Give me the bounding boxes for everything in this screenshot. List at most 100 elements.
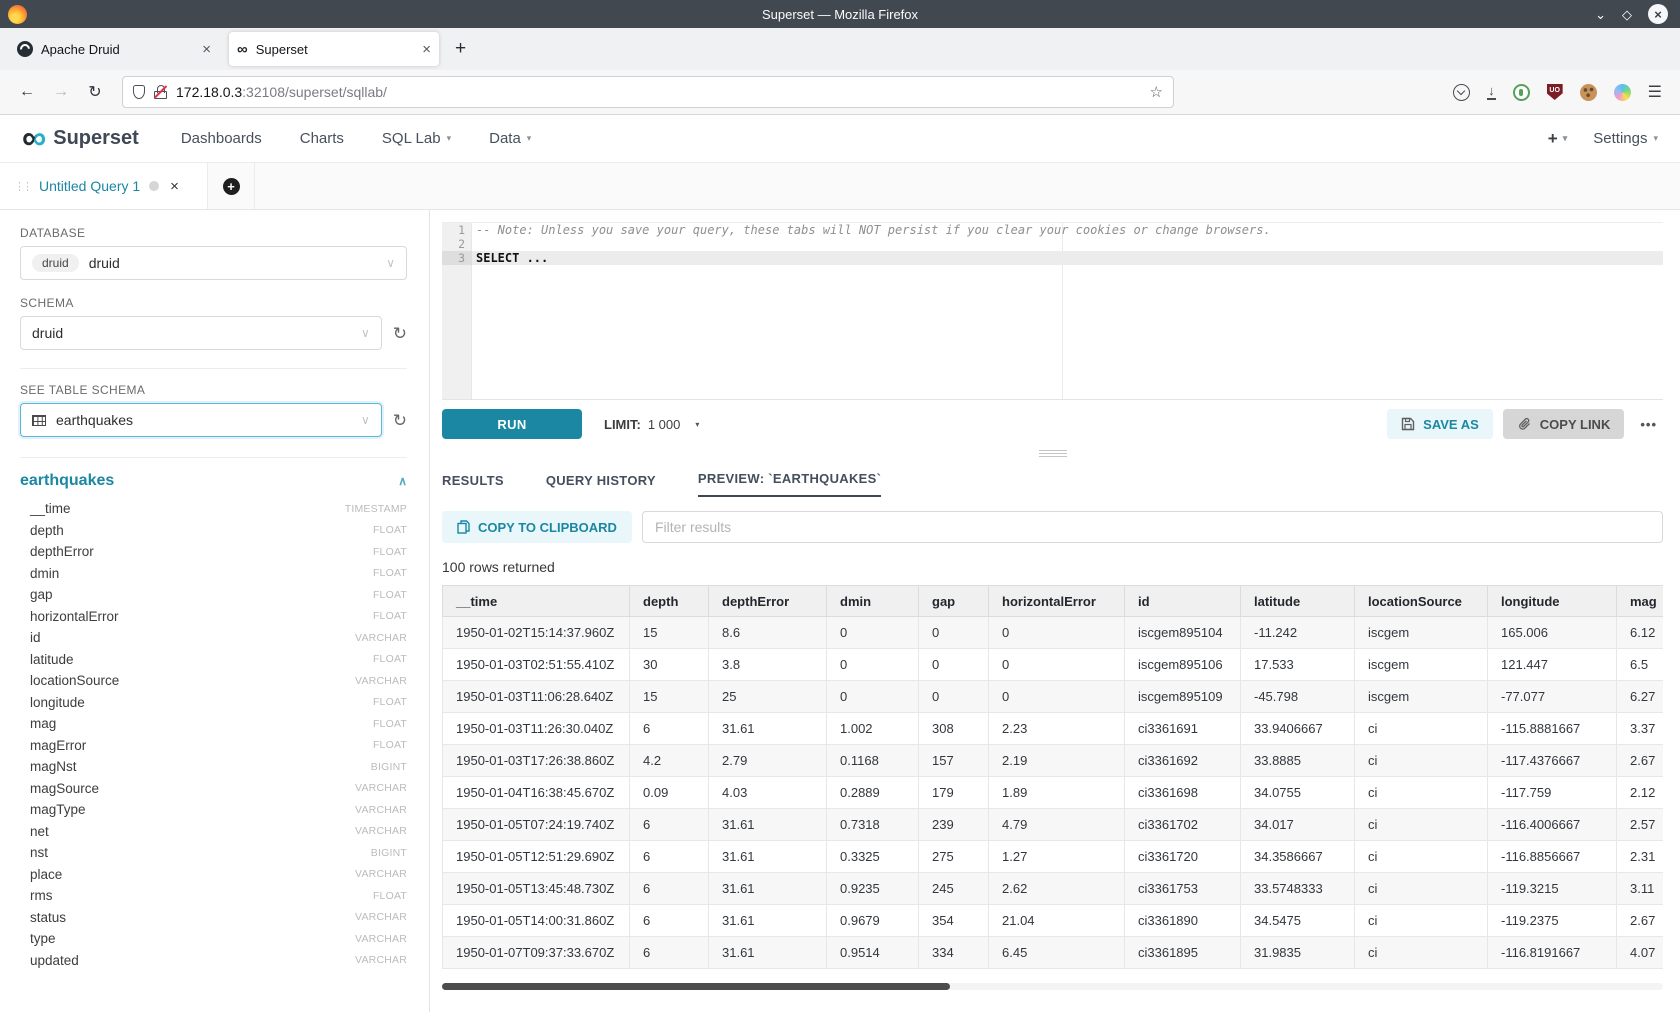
column-type: FLOAT (373, 739, 407, 751)
limit-dropdown[interactable]: LIMIT: 1 000 ▾ (604, 417, 699, 432)
schema-column-row[interactable]: idVARCHAR (20, 627, 407, 649)
schema-column-row[interactable]: statusVARCHAR (20, 907, 407, 929)
new-query-tab-button[interactable]: + (223, 178, 240, 195)
schema-column-row[interactable]: magNstBIGINT (20, 756, 407, 778)
copy-link-button[interactable]: COPY LINK (1503, 409, 1625, 439)
table-header-cell[interactable]: gap (919, 586, 989, 617)
collapse-icon[interactable]: ∧ (398, 474, 407, 488)
add-menu-button[interactable]: +▾ (1548, 129, 1567, 149)
table-row: 1950-01-05T07:24:19.740Z631.610.73182394… (443, 809, 1664, 841)
column-type: VARCHAR (355, 933, 407, 945)
schema-column-row[interactable]: __timeTIMESTAMP (20, 498, 407, 520)
insecure-lock-icon[interactable] (154, 85, 167, 99)
run-button[interactable]: RUN (442, 409, 582, 439)
downloads-icon[interactable]: ↓ (1487, 84, 1496, 100)
schema-column-row[interactable]: depthFLOAT (20, 520, 407, 542)
bookmark-star-icon[interactable]: ☆ (1150, 83, 1163, 101)
schema-column-row[interactable]: updatedVARCHAR (20, 950, 407, 972)
schema-column-row[interactable]: netVARCHAR (20, 821, 407, 843)
horizontal-scrollbar[interactable] (442, 983, 1663, 990)
refresh-schema-icon[interactable]: ↻ (393, 325, 407, 342)
table-header-cell[interactable]: depth (630, 586, 709, 617)
nav-dashboards[interactable]: Dashboards (181, 130, 262, 147)
filter-results-input[interactable] (642, 511, 1663, 543)
save-as-button[interactable]: SAVE AS (1387, 409, 1493, 439)
schema-column-row[interactable]: gapFLOAT (20, 584, 407, 606)
menu-icon[interactable]: ☰ (1648, 82, 1662, 102)
scrollbar-thumb[interactable] (442, 983, 950, 990)
tracking-shield-icon[interactable] (133, 85, 145, 99)
refresh-table-icon[interactable]: ↻ (393, 412, 407, 429)
schema-column-row[interactable]: locationSourceVARCHAR (20, 670, 407, 692)
close-tab-icon[interactable]: × (202, 41, 211, 58)
schema-column-row[interactable]: magTypeVARCHAR (20, 799, 407, 821)
cookie-extension-icon[interactable] (1580, 84, 1597, 101)
table-schema-header[interactable]: earthquakes ∧ (20, 470, 407, 492)
table-header-cell[interactable]: depthError (709, 586, 827, 617)
schema-column-row[interactable]: magSourceVARCHAR (20, 778, 407, 800)
nav-data[interactable]: Data▾ (489, 130, 531, 147)
table-header-cell[interactable]: dmin (827, 586, 919, 617)
query-tab-untitled[interactable]: ⋮⋮ Untitled Query 1 × (0, 163, 208, 209)
close-tab-icon[interactable]: × (422, 41, 431, 58)
schema-column-row[interactable]: longitudeFLOAT (20, 692, 407, 714)
table-cell: 2.62 (989, 873, 1125, 905)
table-header-cell[interactable]: locationSource (1355, 586, 1488, 617)
pocket-icon[interactable] (1453, 84, 1470, 101)
nav-sql-lab[interactable]: SQL Lab▾ (382, 130, 451, 147)
close-query-tab-icon[interactable]: × (170, 178, 179, 195)
database-select[interactable]: druid druid ∨ (20, 246, 407, 280)
table-header-cell[interactable]: horizontalError (989, 586, 1125, 617)
minimize-icon[interactable]: ⌄ (1595, 8, 1606, 21)
schema-column-row[interactable]: rmsFLOAT (20, 885, 407, 907)
settings-menu-button[interactable]: Settings▾ (1593, 130, 1658, 147)
table-header-cell[interactable]: __time (443, 586, 630, 617)
table-cell: ci (1355, 905, 1488, 937)
ublock-origin-icon[interactable]: UO (1547, 84, 1563, 100)
forward-icon[interactable]: → (46, 83, 76, 101)
maximize-icon[interactable]: ◇ (1622, 8, 1632, 21)
table-header-cell[interactable]: latitude (1241, 586, 1355, 617)
close-window-icon[interactable]: × (1648, 4, 1668, 24)
browser-tab-superset[interactable]: ∞ Superset × (229, 32, 439, 66)
schema-column-row[interactable]: latitudeFLOAT (20, 649, 407, 671)
copy-to-clipboard-button[interactable]: COPY TO CLIPBOARD (442, 511, 632, 543)
new-tab-button[interactable]: + (449, 38, 472, 60)
nav-charts[interactable]: Charts (300, 130, 344, 147)
table-header-cell[interactable]: id (1125, 586, 1241, 617)
url-text[interactable]: 172.18.0.3:32108/superset/sqllab/ (176, 84, 1141, 100)
tab-preview-earthquakes[interactable]: PREVIEW: `EARTHQUAKES` (698, 471, 881, 497)
privacy-badger-icon[interactable] (1513, 84, 1530, 101)
reload-icon[interactable]: ↻ (80, 82, 110, 102)
schema-column-row[interactable]: magFLOAT (20, 713, 407, 735)
schema-select[interactable]: druid ∨ (20, 316, 382, 350)
extension-asterisk-icon[interactable] (1614, 84, 1631, 101)
table-cell: 31.61 (709, 841, 827, 873)
superset-logo-icon[interactable]: ∞ (22, 123, 46, 154)
tab-results[interactable]: RESULTS (442, 473, 504, 497)
schema-column-row[interactable]: dminFLOAT (20, 563, 407, 585)
schema-column-row[interactable]: magErrorFLOAT (20, 735, 407, 757)
schema-column-row[interactable]: placeVARCHAR (20, 864, 407, 886)
table-cell: 34.5475 (1241, 905, 1355, 937)
more-options-button[interactable]: ••• (1634, 417, 1663, 432)
pane-resize-grip[interactable] (1039, 450, 1067, 457)
schema-column-row[interactable]: depthErrorFLOAT (20, 541, 407, 563)
table-header-cell[interactable]: mag (1617, 586, 1664, 617)
back-icon[interactable]: ← (12, 83, 42, 101)
schema-column-row[interactable]: horizontalErrorFLOAT (20, 606, 407, 628)
schema-column-row[interactable]: typeVARCHAR (20, 928, 407, 950)
browser-tab-druid[interactable]: Apache Druid × (9, 32, 219, 66)
drag-handle-icon[interactable]: ⋮⋮ (14, 180, 30, 193)
superset-brand[interactable]: Superset (53, 127, 139, 150)
table-header-cell[interactable]: longitude (1488, 586, 1617, 617)
table-cell: 34.3586667 (1241, 841, 1355, 873)
schema-column-row[interactable]: nstBIGINT (20, 842, 407, 864)
table-schema-select[interactable]: earthquakes ∨ (20, 403, 382, 437)
url-bar[interactable]: 172.18.0.3:32108/superset/sqllab/ ☆ (122, 76, 1174, 108)
column-name: gap (30, 587, 53, 602)
table-name[interactable]: earthquakes (20, 472, 114, 490)
table-row: 1950-01-03T02:51:55.410Z303.8000iscgem89… (443, 649, 1664, 681)
tab-query-history[interactable]: QUERY HISTORY (546, 473, 656, 497)
sql-editor[interactable]: 1 -- Note: Unless you save your query, t… (442, 222, 1663, 400)
